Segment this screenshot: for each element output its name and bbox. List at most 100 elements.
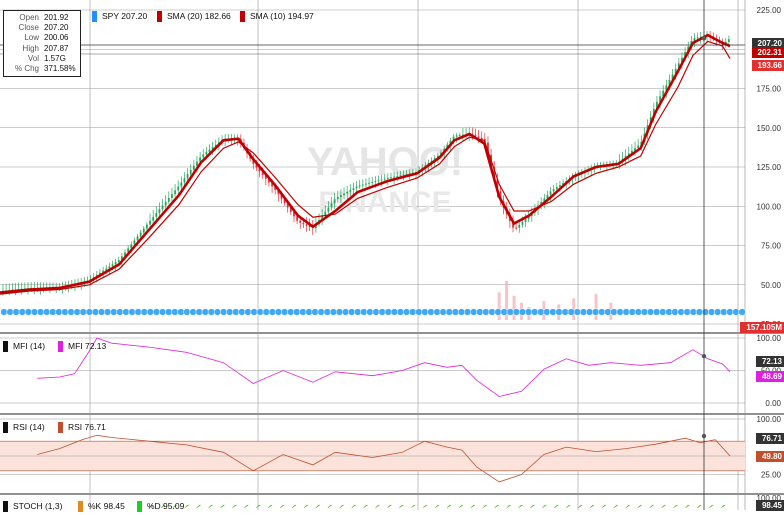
event-marker	[677, 308, 685, 316]
event-marker	[201, 308, 209, 316]
event-marker	[232, 308, 240, 316]
event-marker	[122, 308, 130, 316]
event-marker	[238, 308, 246, 316]
candle-body	[333, 199, 336, 204]
candle-body	[336, 196, 339, 200]
main-y-tick-label: 75.00	[761, 242, 782, 251]
event-marker	[683, 308, 691, 316]
legend-swatch-mfi-value	[58, 341, 63, 353]
event-marker	[653, 308, 661, 316]
event-marker	[61, 308, 69, 316]
event-marker	[555, 308, 563, 316]
event-marker	[512, 308, 521, 316]
candle-body	[343, 193, 345, 196]
event-marker	[165, 308, 173, 316]
ohlc-label: High	[22, 43, 39, 53]
event-marker	[500, 308, 508, 316]
candle-body	[340, 195, 342, 197]
event-marker	[701, 308, 710, 316]
ohlc-value: 207.87	[44, 43, 69, 53]
ohlc-row-vol: Vol 1.57G	[7, 54, 77, 64]
event-marker	[256, 308, 264, 316]
legend-sma10[interactable]: SMA (10) 194.97	[240, 10, 314, 23]
event-marker	[73, 308, 81, 316]
event-marker	[116, 308, 124, 316]
ohlc-value: 371.58%	[44, 64, 76, 74]
candle-body	[458, 135, 461, 137]
crosshair-dot-rsi	[701, 433, 707, 439]
legend-stoch-period[interactable]: STOCH (1,3)	[3, 500, 62, 513]
legend-swatch-spy	[92, 11, 97, 23]
event-marker	[665, 308, 673, 316]
event-marker	[213, 308, 222, 316]
event-marker	[488, 308, 496, 316]
event-marker	[262, 308, 270, 316]
event-marker	[524, 308, 533, 316]
mfi-tag: 72.13	[755, 356, 784, 367]
event-marker	[738, 308, 746, 316]
legend-label: RSI 76.71	[68, 422, 106, 432]
event-marker	[537, 308, 545, 316]
event-marker	[402, 308, 411, 316]
legend-stoch-d[interactable]: %D 95.09	[137, 500, 184, 513]
main-y-tick-label: 150.00	[757, 124, 782, 133]
candle-body	[383, 178, 386, 180]
event-marker	[323, 308, 331, 316]
crosshair-dot-mfi	[701, 354, 707, 359]
event-marker	[463, 308, 472, 316]
event-marker	[219, 308, 228, 316]
candle-body	[368, 182, 370, 184]
event-marker	[384, 308, 392, 316]
candle-body	[455, 135, 458, 137]
event-marker	[244, 308, 252, 316]
ohlc-info-box: Open 201.92 Close 207.20 Low 200.06 High 207…	[3, 10, 81, 78]
event-marker	[689, 308, 697, 316]
event-marker	[543, 308, 551, 316]
event-marker	[476, 308, 484, 316]
event-marker	[622, 308, 630, 316]
main-y-tick-label: 175.00	[757, 85, 782, 94]
candle-body	[208, 149, 211, 152]
event-marker	[409, 308, 417, 316]
stock-chart-svg[interactable]: 225.00200.00175.00150.00125.00100.0075.0…	[0, 0, 784, 510]
event-marker	[280, 308, 289, 316]
event-marker	[226, 308, 234, 316]
event-marker	[427, 308, 435, 316]
candle-body	[136, 236, 139, 241]
legend-sma20[interactable]: SMA (20) 182.66	[157, 10, 231, 23]
candle-body	[161, 205, 164, 210]
ohlc-row-open: Open 201.92	[7, 13, 77, 23]
candle-body	[158, 209, 161, 214]
event-marker	[317, 308, 325, 316]
legend-swatch-rsi-value	[58, 422, 63, 434]
ohlc-label: Low	[24, 33, 39, 43]
candle-body	[515, 227, 518, 229]
candle-body	[189, 169, 192, 175]
event-marker	[348, 308, 356, 316]
legend-rsi-value[interactable]: RSI 76.71	[58, 421, 106, 434]
candle-body	[521, 221, 524, 225]
candle-body	[139, 232, 142, 237]
ohlc-label: Close	[18, 23, 39, 33]
legend-mfi-value[interactable]: MFI 72.13	[58, 340, 106, 353]
candle-body	[396, 175, 399, 177]
candle-body	[399, 175, 402, 177]
candle-body	[111, 264, 114, 267]
main-y-tick-label: 50.00	[761, 281, 782, 290]
rsi-tag: 76.71	[755, 433, 784, 444]
event-marker	[628, 308, 636, 316]
event-marker	[531, 308, 539, 316]
legend-mfi-period[interactable]: MFI (14)	[3, 340, 45, 353]
legend-spy[interactable]: SPY 207.20	[92, 10, 147, 23]
legend-rsi-period[interactable]: RSI (14)	[3, 421, 45, 434]
event-marker	[421, 308, 429, 316]
candle-body	[299, 220, 302, 223]
legend-stoch-k[interactable]: %K 98.45	[78, 500, 125, 513]
rsi-y-tick-label: 100.00	[757, 415, 782, 424]
event-marker	[640, 308, 649, 316]
ohlc-value: 200.06	[44, 33, 69, 43]
event-marker	[189, 308, 197, 316]
event-marker	[549, 308, 557, 316]
event-marker	[287, 308, 295, 316]
event-marker	[18, 308, 26, 316]
